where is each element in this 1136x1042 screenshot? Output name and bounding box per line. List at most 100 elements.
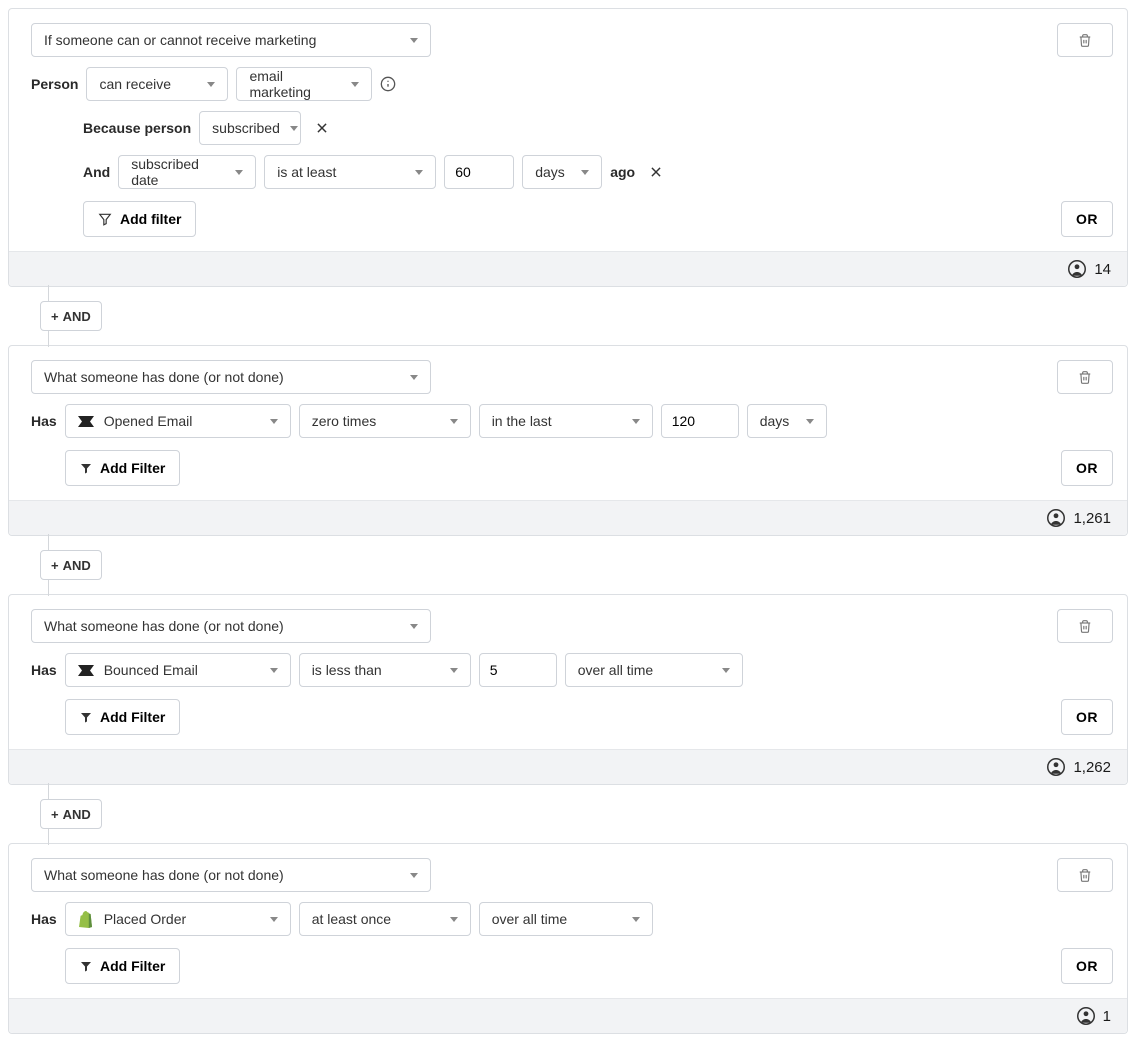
add-and-button[interactable]: + AND	[40, 550, 102, 580]
condition-type-select[interactable]: What someone has done (or not done)	[31, 360, 431, 394]
condition-block: What someone has done (or not done) Has …	[8, 843, 1128, 1034]
marketing-type-select[interactable]: email marketing	[236, 67, 372, 101]
has-label: Has	[31, 662, 57, 678]
count-label: 14	[1094, 261, 1111, 278]
subscribed-select[interactable]: subscribed	[199, 111, 301, 145]
chevron-down-icon	[415, 170, 423, 175]
trash-icon	[1078, 619, 1092, 634]
add-filter-button[interactable]: Add filter	[83, 201, 196, 237]
add-filter-button[interactable]: Add Filter	[65, 948, 180, 984]
ago-label: ago	[610, 164, 635, 180]
condition-type-select[interactable]: What someone has done (or not done)	[31, 858, 431, 892]
has-label: Has	[31, 413, 57, 429]
condition-block: What someone has done (or not done) Has …	[8, 594, 1128, 785]
chevron-down-icon	[410, 873, 418, 878]
condition-type-select[interactable]: What someone has done (or not done)	[31, 609, 431, 643]
condition-block: What someone has done (or not done) Has …	[8, 345, 1128, 536]
and-inner-label: And	[83, 164, 110, 180]
trash-icon	[1078, 33, 1092, 48]
frequency-select[interactable]: zero times	[299, 404, 471, 438]
add-filter-button[interactable]: Add Filter	[65, 699, 180, 735]
delete-button[interactable]	[1057, 23, 1113, 57]
filter-solid-icon	[80, 960, 92, 972]
filter-icon	[98, 212, 112, 226]
count-label: 1,262	[1073, 759, 1111, 776]
condition-block: If someone can or cannot receive marketi…	[8, 8, 1128, 287]
value-input[interactable]	[479, 653, 557, 687]
trash-icon	[1078, 370, 1092, 385]
chevron-down-icon	[632, 419, 640, 424]
and-connector: + AND	[8, 536, 1128, 594]
chevron-down-icon	[410, 38, 418, 43]
chevron-down-icon	[351, 82, 359, 87]
or-button[interactable]: OR	[1061, 699, 1113, 735]
can-receive-select[interactable]: can receive	[86, 67, 228, 101]
chevron-down-icon	[722, 668, 730, 673]
add-filter-button[interactable]: Add Filter	[65, 450, 180, 486]
timeframe-select[interactable]: in the last	[479, 404, 653, 438]
or-button[interactable]: OR	[1061, 948, 1113, 984]
frequency-select[interactable]: at least once	[299, 902, 471, 936]
delete-button[interactable]	[1057, 360, 1113, 394]
chevron-down-icon	[632, 917, 640, 922]
metric-select[interactable]: Bounced Email	[65, 653, 291, 687]
chevron-down-icon	[207, 82, 215, 87]
klaviyo-icon	[78, 664, 94, 676]
add-and-button[interactable]: + AND	[40, 799, 102, 829]
metric-select[interactable]: Opened Email	[65, 404, 291, 438]
delete-button[interactable]	[1057, 858, 1113, 892]
add-and-button[interactable]: + AND	[40, 301, 102, 331]
timeframe-select[interactable]: over all time	[479, 902, 653, 936]
operator-select[interactable]: is at least	[264, 155, 436, 189]
person-icon	[1047, 509, 1065, 527]
chevron-down-icon	[450, 419, 458, 424]
chevron-down-icon	[410, 624, 418, 629]
shopify-icon	[78, 911, 94, 927]
close-icon	[315, 121, 329, 135]
trash-icon	[1078, 868, 1092, 883]
or-button[interactable]: OR	[1061, 450, 1113, 486]
condition-type-label: If someone can or cannot receive marketi…	[44, 32, 316, 48]
filter-solid-icon	[80, 462, 92, 474]
info-icon[interactable]	[380, 76, 396, 92]
because-label: Because person	[83, 120, 191, 136]
chevron-down-icon	[450, 668, 458, 673]
count-label: 1	[1103, 1008, 1111, 1025]
timeframe-select[interactable]: over all time	[565, 653, 743, 687]
chevron-down-icon	[235, 170, 243, 175]
value-input[interactable]	[661, 404, 739, 438]
frequency-select[interactable]: is less than	[299, 653, 471, 687]
person-icon	[1077, 1007, 1095, 1025]
plus-icon: +	[51, 309, 59, 324]
condition-type-select[interactable]: If someone can or cannot receive marketi…	[31, 23, 431, 57]
klaviyo-icon	[78, 415, 94, 427]
value-input[interactable]	[444, 155, 514, 189]
person-icon	[1047, 758, 1065, 776]
metric-select[interactable]: Placed Order	[65, 902, 291, 936]
unit-select[interactable]: days	[747, 404, 827, 438]
date-field-select[interactable]: subscribed date	[118, 155, 256, 189]
has-label: Has	[31, 911, 57, 927]
close-icon	[649, 165, 663, 179]
person-label: Person	[31, 76, 78, 92]
filter-solid-icon	[80, 711, 92, 723]
plus-icon: +	[51, 558, 59, 573]
chevron-down-icon	[270, 419, 278, 424]
chevron-down-icon	[270, 917, 278, 922]
person-icon	[1068, 260, 1086, 278]
chevron-down-icon	[806, 419, 814, 424]
or-button[interactable]: OR	[1061, 201, 1113, 237]
and-connector: + AND	[8, 785, 1128, 843]
chevron-down-icon	[581, 170, 589, 175]
plus-icon: +	[51, 807, 59, 822]
delete-button[interactable]	[1057, 609, 1113, 643]
chevron-down-icon	[450, 917, 458, 922]
chevron-down-icon	[290, 126, 298, 131]
and-connector: + AND	[8, 287, 1128, 345]
chevron-down-icon	[410, 375, 418, 380]
chevron-down-icon	[270, 668, 278, 673]
remove-condition-button[interactable]	[309, 115, 335, 141]
unit-select[interactable]: days	[522, 155, 602, 189]
remove-condition-button[interactable]	[643, 159, 669, 185]
count-label: 1,261	[1073, 510, 1111, 527]
